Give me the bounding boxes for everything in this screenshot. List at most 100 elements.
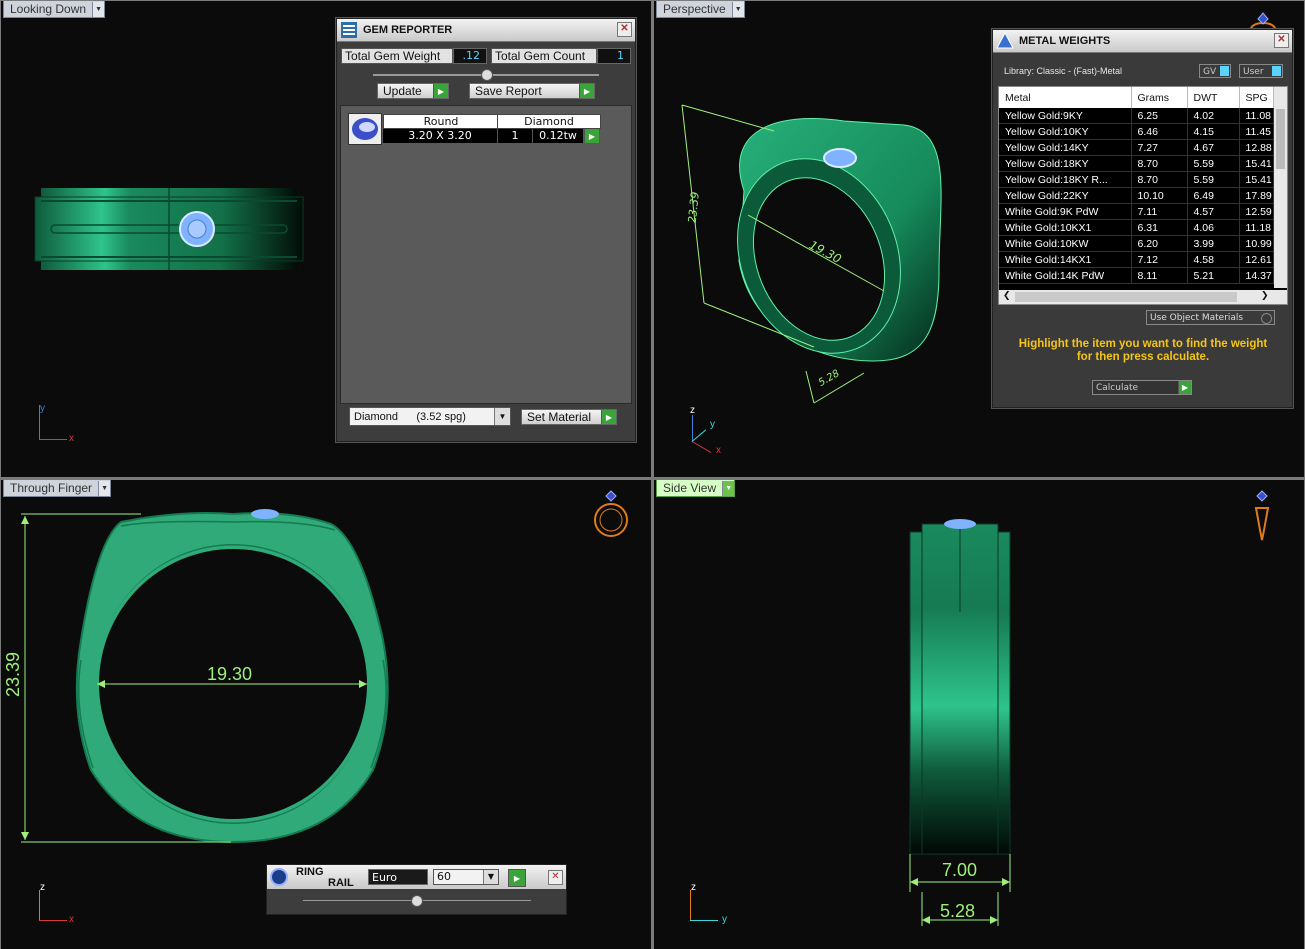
table-cell: White Gold:14KX1	[999, 251, 1132, 268]
axis-indicator: z x	[37, 882, 77, 926]
dimension-finger-height: 23.39	[3, 651, 24, 698]
table-cell: Yellow Gold:9KY	[999, 108, 1132, 124]
table-cell: 3.99	[1187, 235, 1240, 252]
table-row[interactable]: White Gold:14K PdW 8.11 5.21 14.37	[999, 267, 1274, 284]
calculate-hint: Highlight the item you want to find the …	[1018, 338, 1268, 363]
table-cell: 5.59	[1187, 171, 1240, 188]
update-label: Update	[383, 84, 422, 98]
table-cell: White Gold:10KX1	[999, 219, 1132, 236]
table-cell: Yellow Gold:18KY	[999, 155, 1132, 172]
ring-rail-panel: RING RAIL Euro 60 ▼ ▶ ✕	[266, 864, 567, 915]
metal-table: Metal Grams DWT SPG Yellow Gold:9KY 6.25 4…	[999, 87, 1274, 284]
axis-label-x: x	[716, 445, 721, 456]
gem-reporter-title: GEM REPORTER	[363, 24, 453, 36]
gem-list: Round Diamond 3.20 X 3.20 1 0.12tw ▶	[340, 105, 632, 404]
ring-rail-title-2: RAIL	[328, 877, 354, 889]
axis-label-x: x	[69, 914, 74, 925]
metal-weights-titlebar[interactable]: METAL WEIGHTS ✕	[993, 30, 1292, 53]
play-icon[interactable]: ▶	[508, 869, 526, 887]
table-cell: 12.61	[1239, 251, 1274, 268]
table-cell: Yellow Gold:14KY	[999, 139, 1132, 156]
table-cell: 10.10	[1131, 187, 1188, 204]
horizontal-scrollbar[interactable]: ❮ ❯	[999, 290, 1287, 304]
update-button[interactable]: Update ▶	[377, 83, 449, 99]
ring-rail-header[interactable]: RING RAIL Euro 60 ▼ ▶ ✕	[267, 865, 566, 889]
gv-label: GV	[1203, 67, 1217, 77]
table-cell: 7.12	[1131, 251, 1188, 268]
table-row[interactable]: White Gold:9K PdW 7.11 4.57 12.59	[999, 203, 1274, 220]
table-cell: 11.45	[1239, 123, 1274, 140]
gv-toggle[interactable]: GV	[1199, 64, 1231, 78]
table-row[interactable]: Yellow Gold:18KY 8.70 5.59 15.41	[999, 155, 1274, 172]
save-report-button[interactable]: Save Report ▶	[469, 83, 595, 99]
gem-size: 3.20 X 3.20	[383, 129, 497, 143]
table-row[interactable]: Yellow Gold:9KY 6.25 4.02 11.08	[999, 108, 1274, 124]
ring-size-select[interactable]: 60 ▼	[433, 869, 499, 885]
chevron-down-icon[interactable]: ▼	[494, 408, 510, 425]
play-icon[interactable]: ▶	[584, 129, 599, 143]
size-standard-field[interactable]: Euro	[368, 869, 428, 885]
chevron-down-icon[interactable]: ▼	[483, 870, 498, 884]
gem-reporter-panel: GEM REPORTER ✕ Total Gem Weight .12 Tota…	[336, 18, 636, 442]
table-cell: 17.89	[1239, 187, 1274, 204]
axis-label-y: y	[722, 914, 727, 925]
table-cell: 15.41	[1239, 155, 1274, 172]
scroll-right-icon[interactable]: ❯	[1261, 291, 1269, 301]
dimension-finger-inner: 19.30	[207, 664, 253, 684]
gem-report-icon	[339, 20, 359, 40]
table-cell: 6.31	[1131, 219, 1188, 236]
column-header[interactable]: Grams	[1131, 87, 1188, 108]
table-row[interactable]: White Gold:14KX1 7.12 4.58 12.61	[999, 251, 1274, 268]
axis-indicator: y x	[37, 403, 77, 445]
ring-rail-title-1: RING	[296, 866, 324, 878]
table-row[interactable]: Yellow Gold:10KY 6.46 4.15 11.45	[999, 123, 1274, 140]
scroll-left-icon[interactable]: ❮	[1003, 291, 1011, 301]
round-gem-icon	[348, 113, 382, 145]
total-gem-weight-label: Total Gem Weight	[341, 48, 453, 64]
user-toggle[interactable]: User	[1239, 64, 1283, 78]
gem-count: 1	[497, 129, 532, 143]
use-object-materials-label: Use Object Materials	[1150, 313, 1244, 323]
table-cell: 6.49	[1187, 187, 1240, 204]
table-cell: 8.70	[1131, 171, 1188, 188]
gem-row[interactable]: Round Diamond 3.20 X 3.20 1 0.12tw ▶	[345, 111, 607, 145]
slider-handle[interactable]	[481, 69, 493, 81]
play-icon: ▶	[579, 84, 594, 98]
ring-finger-icon	[1254, 490, 1270, 541]
axis-label-z: z	[690, 405, 695, 416]
material-select[interactable]: Diamond (3.52 spg) ▼	[349, 407, 511, 426]
axis-indicator: z y x	[688, 405, 728, 457]
calculate-label: Calculate	[1096, 383, 1139, 393]
close-icon[interactable]: ✕	[617, 22, 632, 37]
viewport-side-view[interactable]: Side View ▼ 7.00 5.28 z y	[654, 480, 1304, 949]
table-cell: 4.58	[1187, 251, 1240, 268]
ring-rail-slider-handle[interactable]	[411, 895, 423, 907]
table-cell: Yellow Gold:18KY R...	[999, 171, 1132, 188]
table-cell: 6.46	[1131, 123, 1188, 140]
table-cell: 4.67	[1187, 139, 1240, 156]
dimension-side-top: 7.00	[942, 860, 978, 880]
column-header[interactable]: Metal	[999, 87, 1132, 108]
calculate-button[interactable]: Calculate ▶	[1092, 380, 1192, 395]
set-material-button[interactable]: Set Material ▶	[521, 409, 617, 425]
table-cell: Yellow Gold:10KY	[999, 123, 1132, 140]
gem-reporter-titlebar[interactable]: GEM REPORTER ✕	[337, 19, 635, 42]
close-icon[interactable]: ✕	[548, 870, 563, 885]
table-row[interactable]: Yellow Gold:14KY 7.27 4.67 12.88	[999, 139, 1274, 156]
column-header[interactable]: DWT	[1187, 87, 1240, 108]
total-count-text: Total Gem Count	[495, 49, 586, 63]
table-row[interactable]: White Gold:10KX1 6.31 4.06 11.18	[999, 219, 1274, 236]
table-cell: 6.20	[1131, 235, 1188, 252]
close-icon[interactable]: ✕	[1274, 33, 1289, 48]
column-header[interactable]: SPG	[1239, 87, 1274, 108]
table-row[interactable]: Yellow Gold:18KY R... 8.70 5.59 15.41	[999, 171, 1274, 188]
table-cell: White Gold:14K PdW	[999, 267, 1132, 284]
ring-side-view	[909, 519, 1011, 926]
table-cell: 11.08	[1239, 108, 1274, 124]
gem-shape: Round	[383, 114, 499, 129]
vertical-scrollbar[interactable]	[1274, 87, 1287, 288]
table-row[interactable]: White Gold:10KW 6.20 3.99 10.99	[999, 235, 1274, 252]
table-row[interactable]: Yellow Gold:22KY 10.10 6.49 17.89	[999, 187, 1274, 204]
metal-table-container: Metal Grams DWT SPG Yellow Gold:9KY 6.25 4…	[998, 86, 1288, 305]
use-object-materials-toggle[interactable]: Use Object Materials	[1146, 310, 1275, 325]
